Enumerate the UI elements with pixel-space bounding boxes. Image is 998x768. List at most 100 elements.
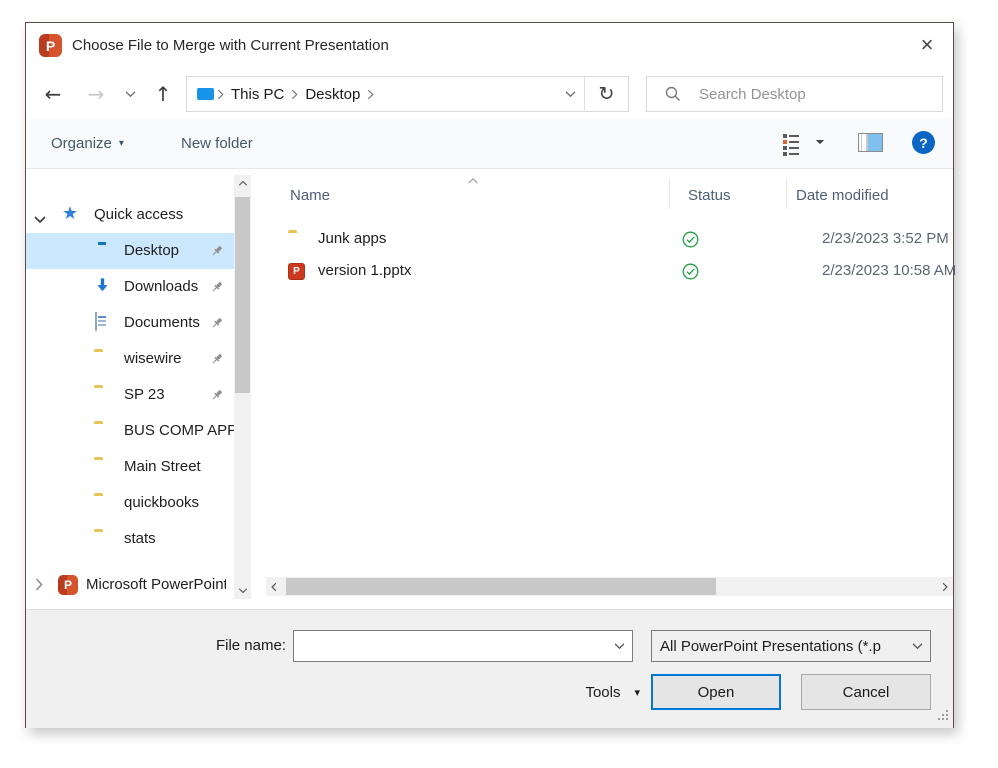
command-bar: Organize ▾ New folder ? xyxy=(26,119,953,169)
sidebar-item-label: Downloads xyxy=(124,269,210,305)
breadcrumb-chevron-icon[interactable] xyxy=(364,89,377,100)
file-type-dropdown[interactable]: All PowerPoint Presentations (*.p xyxy=(651,630,931,662)
pin-icon[interactable] xyxy=(210,280,224,298)
navigation-bar: ← → ↑ This PC Desktop ↻ xyxy=(26,69,953,119)
pin-icon[interactable] xyxy=(210,244,224,262)
resize-grip[interactable] xyxy=(936,708,948,720)
file-row-version-1-pptx[interactable]: P version 1.pptx 2/23/2023 10:58 AM xyxy=(254,255,955,287)
search-icon xyxy=(665,86,681,102)
sidebar-item-documents[interactable]: Documents xyxy=(26,305,234,341)
file-type-value: All PowerPoint Presentations (*.p xyxy=(660,638,904,655)
file-row-junk-apps[interactable]: Junk apps 2/23/2023 3:52 PM xyxy=(254,223,955,255)
pin-icon[interactable] xyxy=(210,316,224,334)
help-icon[interactable]: ? xyxy=(912,131,935,154)
new-folder-button[interactable]: New folder xyxy=(181,119,253,168)
recent-locations-chevron-icon[interactable] xyxy=(119,69,141,119)
powerpoint-app-icon: P xyxy=(58,575,78,595)
pin-icon[interactable] xyxy=(210,388,224,406)
cancel-button[interactable]: Cancel xyxy=(801,674,931,710)
sidebar-item-wisewire[interactable]: wisewire xyxy=(26,341,234,377)
sidebar-item-label: stats xyxy=(124,521,234,557)
file-name: version 1.pptx xyxy=(318,255,411,287)
sidebar-item-quick-access[interactable]: ★ Quick access xyxy=(26,197,234,233)
column-divider[interactable] xyxy=(786,179,787,209)
column-header-status[interactable]: Status xyxy=(688,175,731,213)
sidebar-item-label: Main Street xyxy=(124,449,234,485)
tools-label: Tools xyxy=(585,684,620,701)
file-list: Name Status Date modified Junk apps 2/23… xyxy=(254,169,955,609)
sidebar-item-desktop[interactable]: Desktop xyxy=(26,233,234,269)
sidebar-item-label: BUS COMP APPS xyxy=(124,413,234,449)
breadcrumb-this-pc[interactable]: This PC xyxy=(227,86,288,103)
column-header-name[interactable]: Name xyxy=(290,175,330,213)
sidebar-item-label: Microsoft PowerPoint xyxy=(86,567,226,603)
preview-pane-icon[interactable] xyxy=(858,133,883,152)
breadcrumb-chevron-icon[interactable] xyxy=(214,89,227,100)
file-date-modified: 2/23/2023 3:52 PM xyxy=(822,223,949,255)
sidebar-item-label: wisewire xyxy=(124,341,210,377)
sidebar-scrollbar[interactable] xyxy=(234,175,251,599)
chevron-down-icon[interactable] xyxy=(904,643,930,650)
sidebar-item-microsoft-powerpoint[interactable]: P Microsoft PowerPoint xyxy=(26,567,234,603)
sidebar-item-label: quickbooks xyxy=(124,485,234,521)
forward-icon[interactable]: → xyxy=(81,69,111,119)
sidebar-item-label: Quick access xyxy=(94,197,183,233)
file-name-input[interactable] xyxy=(300,632,606,660)
search-box[interactable] xyxy=(646,76,943,112)
open-button[interactable]: Open xyxy=(651,674,781,710)
tools-button[interactable]: Tools ▾ xyxy=(546,674,646,710)
details-view-icon[interactable] xyxy=(783,134,801,158)
file-name-label: File name: xyxy=(176,630,286,662)
new-folder-label: New folder xyxy=(181,135,253,152)
views-chevron-icon[interactable] xyxy=(809,117,831,167)
pin-icon[interactable] xyxy=(210,352,224,370)
document-icon xyxy=(95,313,97,330)
file-name-combo[interactable] xyxy=(293,630,633,662)
download-arrow-icon xyxy=(94,277,111,299)
sidebar-item-main-street[interactable]: Main Street xyxy=(26,449,234,485)
chevron-down-icon[interactable] xyxy=(606,643,632,650)
title-bar: P Choose File to Merge with Current Pres… xyxy=(26,23,953,69)
column-header-date-modified[interactable]: Date modified xyxy=(796,175,889,213)
organize-button[interactable]: Organize ▾ xyxy=(51,119,124,168)
horizontal-scrollbar[interactable] xyxy=(266,577,953,596)
file-dialog: P Choose File to Merge with Current Pres… xyxy=(25,22,954,728)
sidebar-item-downloads[interactable]: Downloads xyxy=(26,269,234,305)
sidebar-item-quickbooks[interactable]: quickbooks xyxy=(26,485,234,521)
sidebar-item-label: Documents xyxy=(124,305,210,341)
breadcrumb-chevron-icon[interactable] xyxy=(288,89,301,100)
chevron-right-icon[interactable] xyxy=(35,578,43,595)
tools-dropdown-icon: ▾ xyxy=(634,686,640,699)
file-name: Junk apps xyxy=(318,223,386,255)
scrollbar-thumb[interactable] xyxy=(235,197,250,393)
scroll-left-icon[interactable] xyxy=(266,577,282,596)
scroll-down-icon[interactable] xyxy=(234,583,251,599)
sync-status-icon xyxy=(682,231,699,252)
chevron-down-icon[interactable] xyxy=(34,211,46,228)
sidebar-item-sp-23[interactable]: SP 23 xyxy=(26,377,234,413)
search-input[interactable] xyxy=(699,86,919,103)
address-dropdown-chevron-icon[interactable] xyxy=(556,91,584,98)
scrollbar-thumb[interactable] xyxy=(286,578,716,595)
scroll-up-icon[interactable] xyxy=(234,175,251,191)
organize-dropdown-icon: ▾ xyxy=(119,138,124,149)
footer-panel: File name: All PowerPoint Presentations … xyxy=(26,609,953,728)
desktop-location-icon xyxy=(197,88,214,100)
address-bar[interactable]: This PC Desktop ↻ xyxy=(186,76,629,112)
sidebar-item-bus-comp-apps[interactable]: BUS COMP APPS xyxy=(26,413,234,449)
close-icon[interactable]: × xyxy=(911,30,943,62)
column-divider[interactable] xyxy=(669,179,670,209)
sort-ascending-icon xyxy=(466,171,480,189)
file-date-modified: 2/23/2023 10:58 AM xyxy=(822,255,955,287)
refresh-icon[interactable]: ↻ xyxy=(585,83,628,105)
back-icon[interactable]: ← xyxy=(38,69,68,119)
breadcrumb-desktop[interactable]: Desktop xyxy=(301,86,364,103)
up-icon[interactable]: ↑ xyxy=(148,69,178,119)
sidebar-item-stats[interactable]: stats xyxy=(26,521,234,557)
sync-status-icon xyxy=(682,263,699,284)
powerpoint-app-icon: P xyxy=(39,34,62,57)
scroll-right-icon[interactable] xyxy=(937,577,953,596)
star-icon: ★ xyxy=(62,203,78,224)
sidebar-item-label: Desktop xyxy=(124,233,210,269)
powerpoint-file-icon: P xyxy=(288,263,305,280)
